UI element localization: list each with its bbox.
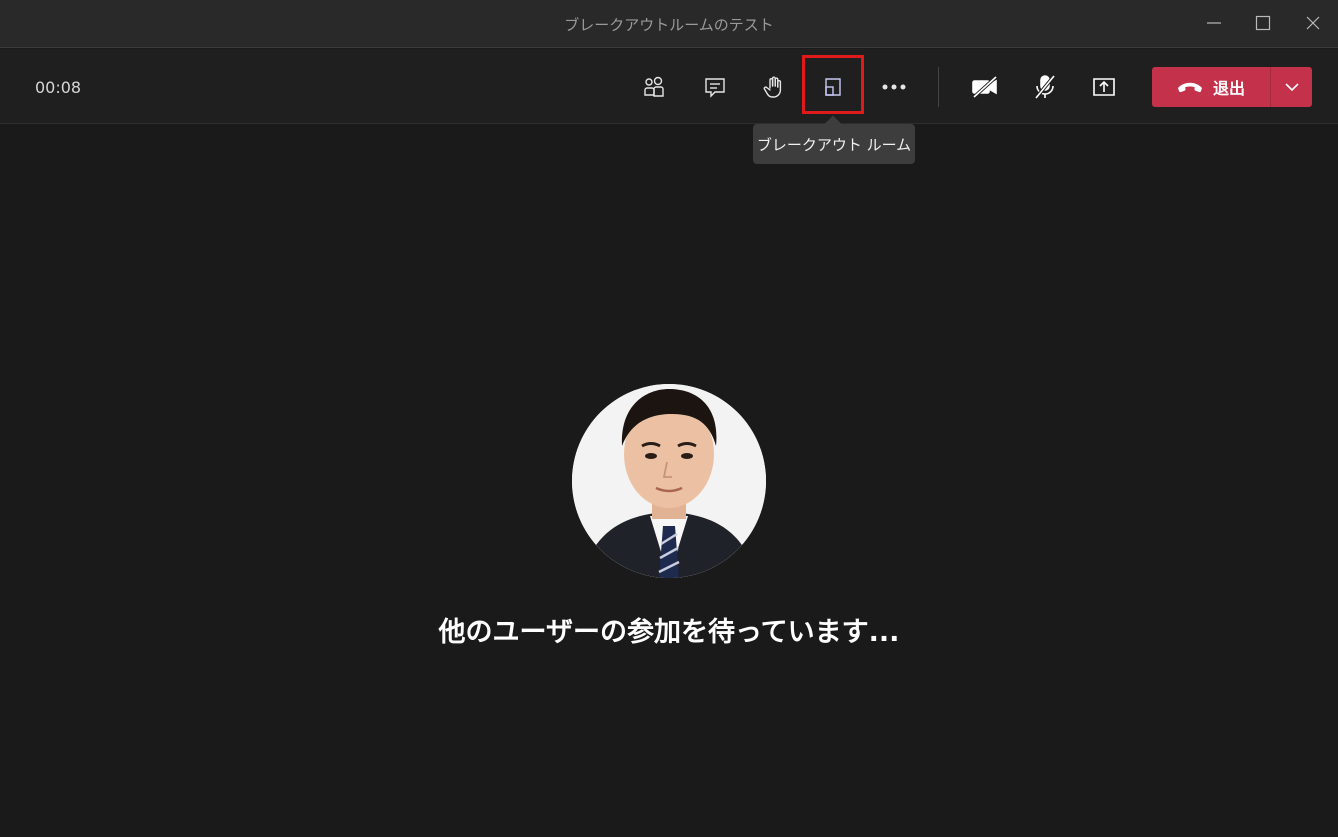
share-screen-icon <box>1093 78 1115 96</box>
participants-button[interactable] <box>634 67 674 107</box>
minimize-icon <box>1207 22 1221 24</box>
waiting-message: 他のユーザーの参加を待っています... <box>438 617 900 648</box>
toolbar-divider <box>938 67 939 107</box>
leave-options-button[interactable] <box>1271 67 1312 107</box>
leave-button-group: 退出 <box>1152 67 1312 107</box>
close-icon <box>1306 16 1320 30</box>
user-photo <box>572 384 766 578</box>
share-screen-button[interactable] <box>1084 67 1124 107</box>
mic-off-icon <box>1034 74 1056 100</box>
avatar <box>572 384 766 578</box>
leave-label: 退出 <box>1212 79 1245 98</box>
raise-hand-button[interactable] <box>754 67 794 107</box>
more-actions-icon <box>882 84 906 90</box>
camera-toggle-button[interactable] <box>965 67 1005 107</box>
camera-off-icon <box>972 75 998 99</box>
hang-up-icon <box>1177 82 1202 93</box>
close-button[interactable] <box>1289 0 1337 46</box>
chevron-down-icon <box>1284 83 1299 92</box>
highlight-box <box>802 55 864 114</box>
raise-hand-icon <box>763 76 782 98</box>
call-timer: 00:08 <box>35 78 82 97</box>
meeting-toolbar: 00:08 退出 <box>0 49 1338 124</box>
participants-icon <box>644 76 664 97</box>
breakout-rooms-tooltip: ブレークアウト ルーム <box>753 124 915 164</box>
more-actions-button[interactable] <box>874 67 914 107</box>
chat-button[interactable] <box>695 67 735 107</box>
maximize-icon <box>1255 15 1271 31</box>
leave-button[interactable]: 退出 <box>1152 67 1270 107</box>
minimize-button[interactable] <box>1190 0 1238 46</box>
chat-icon <box>705 78 725 98</box>
maximize-button[interactable] <box>1239 0 1287 46</box>
mic-toggle-button[interactable] <box>1025 67 1065 107</box>
window-title: ブレークアウトルームのテスト <box>564 16 774 34</box>
title-bar: ブレークアウトルームのテスト <box>0 0 1338 48</box>
